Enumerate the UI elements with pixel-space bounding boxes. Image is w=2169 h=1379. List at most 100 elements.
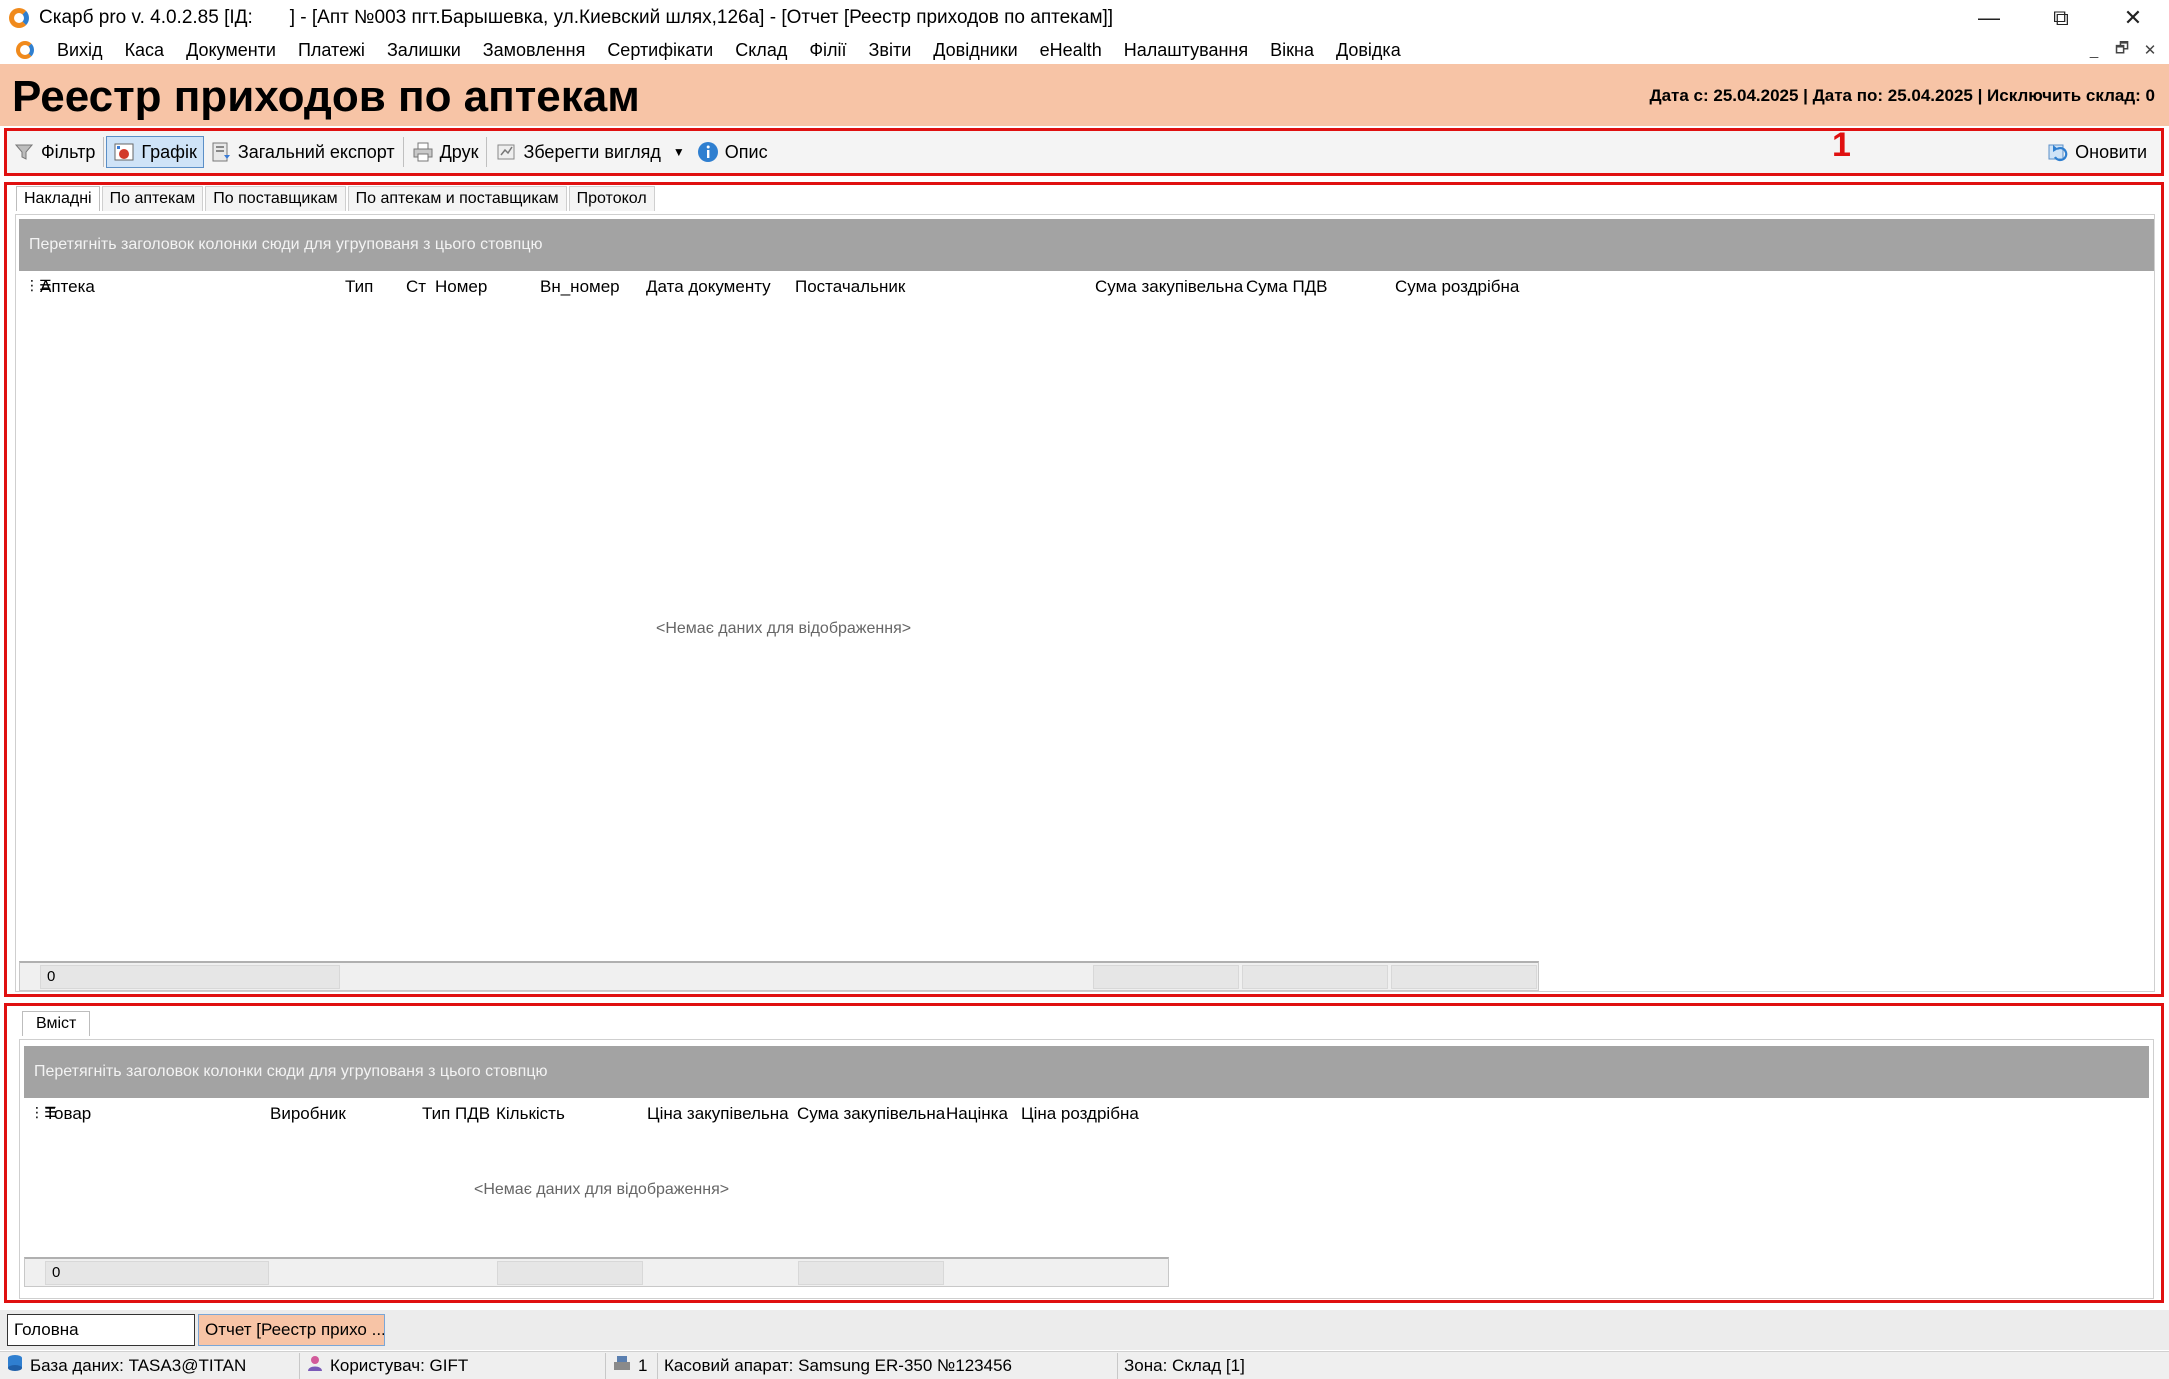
window-tab-report[interactable]: Отчет [Реестр прихо ...	[198, 1314, 385, 1346]
refresh-label: Оновити	[2075, 141, 2147, 162]
empty-message: <Немає даних для відображення>	[474, 1181, 730, 1198]
mdi-close-button[interactable]: ✕	[2139, 40, 2161, 60]
printer-icon	[412, 141, 434, 163]
column-header[interactable]: Ціна закупівельна	[647, 1104, 797, 1124]
group-by-hint[interactable]: Перетягніть заголовок колонки сюди для у…	[24, 1046, 2149, 1098]
column-header[interactable]: Сума закупівельна	[797, 1104, 947, 1124]
column-header[interactable]: Аптека	[40, 277, 250, 297]
status-cash-register-text: Касовий апарат: Samsung ER-350 №123456	[664, 1355, 1013, 1375]
column-header[interactable]: Націнка	[946, 1104, 1021, 1124]
status-user-text: Користувач: GIFT	[330, 1355, 469, 1375]
export-button[interactable]: Загальний експорт	[204, 136, 401, 168]
description-button[interactable]: Опис	[691, 136, 774, 168]
chart-label: Графік	[141, 141, 197, 162]
group-by-hint[interactable]: Перетягніть заголовок колонки сюди для у…	[19, 219, 2154, 271]
database-icon	[6, 1354, 24, 1377]
footer-count: 0	[40, 965, 340, 989]
status-cash-count: 1	[606, 1352, 658, 1379]
description-label: Опис	[724, 141, 768, 162]
menu-item-ehealth[interactable]: eHealth	[1029, 40, 1113, 61]
menu-item-stock[interactable]: Залишки	[376, 40, 472, 61]
filter-icon	[13, 141, 35, 163]
column-header[interactable]: Сума роздрібна	[1395, 277, 1535, 297]
footer-sum-purchase	[1093, 965, 1239, 989]
user-icon	[306, 1354, 324, 1377]
save-view-dropdown-icon[interactable]: ▼	[667, 145, 691, 159]
menu-item-payments[interactable]: Платежі	[287, 40, 376, 61]
invoices-grid-header: ⋮☰ Аптека Тип Ст Номер Вн_номер Дата док…	[19, 271, 2154, 301]
app-logo-icon	[7, 6, 31, 30]
tab-invoices[interactable]: Накладні	[16, 186, 100, 211]
refresh-button[interactable]: Оновити	[2041, 136, 2153, 168]
tab-protocol[interactable]: Протокол	[568, 186, 655, 211]
filter-label: Фільтр	[41, 141, 96, 162]
contents-footer: 0	[24, 1257, 1169, 1287]
menu-item-documents[interactable]: Документи	[175, 40, 287, 61]
column-header[interactable]: Номер	[435, 277, 535, 297]
menu-item-cash[interactable]: Каса	[114, 40, 176, 61]
menu-item-help[interactable]: Довідка	[1325, 40, 1412, 61]
minimize-button[interactable]: —	[1953, 0, 2025, 36]
column-header[interactable]: Дата документу	[646, 277, 796, 297]
footer-sum-vat	[1242, 965, 1388, 989]
chart-button[interactable]: Графік	[106, 136, 204, 168]
export-label: Загальний експорт	[237, 141, 395, 162]
column-header[interactable]: Товар	[45, 1104, 245, 1124]
tab-by-suppliers[interactable]: По поставщикам	[205, 186, 346, 211]
window-tabs-bar: Головна Отчет [Реестр прихо ...	[0, 1310, 2169, 1350]
export-icon	[210, 141, 232, 163]
column-header[interactable]: Сума закупівельна	[1095, 277, 1245, 297]
toolbar-separator	[103, 137, 105, 167]
status-zone-text: Зона: Склад [1]	[1124, 1355, 1245, 1375]
mdi-minimize-button[interactable]: _	[2083, 40, 2105, 60]
status-user: Користувач: GIFT	[300, 1352, 606, 1379]
contents-panel: Вміст Перетягніть заголовок колонки сюди…	[4, 1003, 2164, 1303]
column-header[interactable]: Тип	[345, 277, 400, 297]
column-header[interactable]: Кількість	[496, 1104, 636, 1124]
filter-button[interactable]: Фільтр	[7, 136, 101, 168]
menu-item-settings[interactable]: Налаштування	[1113, 40, 1259, 61]
column-header[interactable]: Ціна роздрібна	[1021, 1104, 1161, 1124]
menu-item-branches[interactable]: Філії	[798, 40, 857, 61]
column-header[interactable]: Вн_номер	[540, 277, 640, 297]
menu-bar: Вихід Каса Документи Платежі Залишки Зам…	[0, 36, 2169, 64]
mdi-restore-button[interactable]: 🗗	[2111, 40, 2133, 60]
callout-1: 1	[1832, 126, 1851, 164]
mdi-controls: _ 🗗 ✕	[2083, 40, 2161, 60]
column-header[interactable]: Ст	[406, 277, 428, 297]
footer-count: 0	[45, 1261, 269, 1285]
menu-item-directories[interactable]: Довідники	[922, 40, 1028, 61]
menu-item-warehouse[interactable]: Склад	[724, 40, 798, 61]
menu-item-certificates[interactable]: Сертифікати	[596, 40, 724, 61]
report-params: Дата с: 25.04.2025 | Дата по: 25.04.2025…	[1649, 86, 2155, 105]
status-zone: Зона: Склад [1]	[1118, 1353, 1418, 1379]
menu-item-windows[interactable]: Вікна	[1259, 40, 1325, 61]
column-header[interactable]: Постачальник	[795, 277, 1085, 297]
report-title: Реестр приходов по аптекам	[12, 72, 640, 121]
print-button[interactable]: Друк	[406, 136, 485, 168]
menu-item-orders[interactable]: Замовлення	[472, 40, 597, 61]
invoices-grid-frame	[15, 214, 2155, 992]
column-header[interactable]: Сума ПДВ	[1246, 277, 1386, 297]
invoices-panel: Накладні По аптекам По поставщикам По ап…	[4, 182, 2164, 997]
tab-by-pharmacies-and-suppliers[interactable]: По аптекам и поставщикам	[347, 186, 567, 211]
window-title: Скарб pro v. 4.0.2.85 [ІД: ] - [Апт №003…	[39, 7, 1114, 28]
info-icon	[697, 141, 719, 163]
tab-by-pharmacies[interactable]: По аптекам	[101, 186, 204, 211]
toolbar-separator	[486, 137, 488, 167]
column-header[interactable]: Тип ПДВ	[422, 1104, 492, 1124]
toolbar-separator	[402, 137, 404, 167]
report-header: Реестр приходов по аптекам Дата с: 25.04…	[0, 64, 2169, 126]
save-view-button[interactable]: Зберегти вигляд	[489, 136, 666, 168]
window-tab-home[interactable]: Головна	[7, 1314, 195, 1346]
menu-item-reports[interactable]: Звіти	[858, 40, 923, 61]
print-label: Друк	[439, 141, 479, 162]
restore-button[interactable]: ⧉	[2025, 0, 2097, 36]
refresh-icon	[2047, 141, 2069, 163]
close-button[interactable]: ✕	[2097, 0, 2169, 36]
tab-contents[interactable]: Вміст	[22, 1011, 91, 1036]
column-header[interactable]: Виробник	[270, 1104, 410, 1124]
menu-item-exit[interactable]: Вихід	[46, 40, 114, 61]
window-controls: — ⧉ ✕	[1953, 0, 2169, 36]
menu-logo-icon[interactable]	[14, 39, 36, 61]
